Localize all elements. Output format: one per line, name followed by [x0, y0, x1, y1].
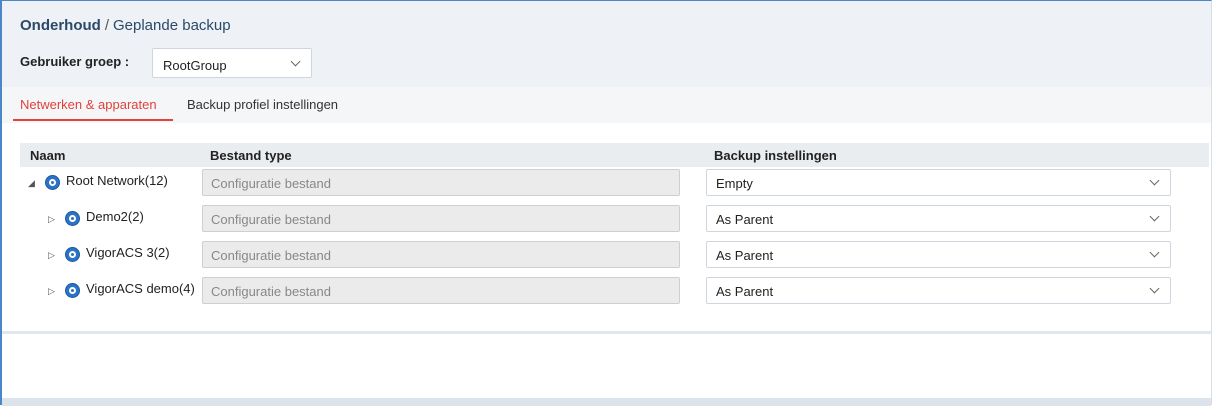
- breadcrumb: Onderhoud / Geplande backup: [20, 17, 231, 34]
- file-type-field: Configuratie bestand: [202, 277, 680, 304]
- table-row: ◢ Root Network(12) Configuratie bestand …: [2, 167, 1211, 203]
- active-tab-indicator: [13, 119, 173, 121]
- user-group-select[interactable]: RootGroup: [152, 48, 312, 78]
- file-type-field: Configuratie bestand: [202, 205, 680, 232]
- chevron-down-icon: [1149, 175, 1160, 186]
- network-name[interactable]: Root Network(12): [66, 173, 168, 188]
- tab-bar: Netwerken & apparaten Backup profiel ins…: [2, 87, 1211, 123]
- chevron-down-icon: [1149, 247, 1160, 258]
- tab-backup-profile-settings[interactable]: Backup profiel instellingen: [187, 97, 338, 112]
- network-icon: [46, 176, 59, 189]
- backup-setting-value: Empty: [716, 176, 753, 191]
- tab-networks-devices[interactable]: Netwerken & apparaten: [20, 97, 157, 112]
- backup-setting-select[interactable]: As Parent: [706, 241, 1171, 268]
- backup-setting-value: As Parent: [716, 248, 774, 263]
- file-type-value: Configuratie bestand: [211, 176, 331, 191]
- backup-setting-select[interactable]: As Parent: [706, 277, 1171, 304]
- user-group-label: Gebruiker groep :: [20, 54, 130, 69]
- backup-setting-select[interactable]: Empty: [706, 169, 1171, 196]
- backup-setting-value: As Parent: [716, 212, 774, 227]
- app-frame: Onderhoud / Geplande backup Gebruiker groe…: [0, 0, 1212, 406]
- file-type-value: Configuratie bestand: [211, 284, 331, 299]
- backup-setting-value: As Parent: [716, 284, 774, 299]
- table-row: ▷ VigorACS demo(4) Configuratie bestand …: [2, 275, 1211, 311]
- file-type-field: Configuratie bestand: [202, 241, 680, 268]
- file-type-field: Configuratie bestand: [202, 169, 680, 196]
- table-row: ▷ Demo2(2) Configuratie bestand As Paren…: [2, 203, 1211, 239]
- expand-toggle-icon[interactable]: ▷: [48, 250, 55, 261]
- breadcrumb-current: Geplande backup: [113, 17, 231, 34]
- column-header-file-type[interactable]: Bestand type: [210, 148, 292, 163]
- network-name[interactable]: VigorACS demo(4): [86, 281, 195, 296]
- bottom-panel: [2, 334, 1211, 398]
- chevron-down-icon: [1149, 211, 1160, 222]
- column-header-backup-settings[interactable]: Backup instellingen: [714, 148, 837, 163]
- header: Onderhoud / Geplande backup Gebruiker groe…: [2, 1, 1211, 87]
- chevron-down-icon: [290, 56, 301, 67]
- file-type-value: Configuratie bestand: [211, 212, 331, 227]
- file-type-value: Configuratie bestand: [211, 248, 331, 263]
- network-icon: [66, 284, 79, 297]
- expand-toggle-icon[interactable]: ▷: [48, 214, 55, 225]
- user-group-value: RootGroup: [163, 58, 227, 73]
- column-header-name[interactable]: Naam: [30, 148, 65, 163]
- table-header: Naam Bestand type Backup instellingen: [20, 143, 1209, 167]
- network-name[interactable]: VigorACS 3(2): [86, 245, 170, 260]
- expand-toggle-icon[interactable]: ▷: [48, 286, 55, 297]
- breadcrumb-separator: /: [104, 17, 109, 34]
- network-icon: [66, 248, 79, 261]
- table-row: ▷ VigorACS 3(2) Configuratie bestand As …: [2, 239, 1211, 275]
- network-name[interactable]: Demo2(2): [86, 209, 144, 224]
- network-icon: [66, 212, 79, 225]
- breadcrumb-section[interactable]: Onderhoud: [20, 17, 101, 34]
- network-table: Naam Bestand type Backup instellingen ◢ …: [2, 123, 1211, 331]
- collapse-toggle-icon[interactable]: ◢: [28, 178, 35, 189]
- chevron-down-icon: [1149, 283, 1160, 294]
- backup-setting-select[interactable]: As Parent: [706, 205, 1171, 232]
